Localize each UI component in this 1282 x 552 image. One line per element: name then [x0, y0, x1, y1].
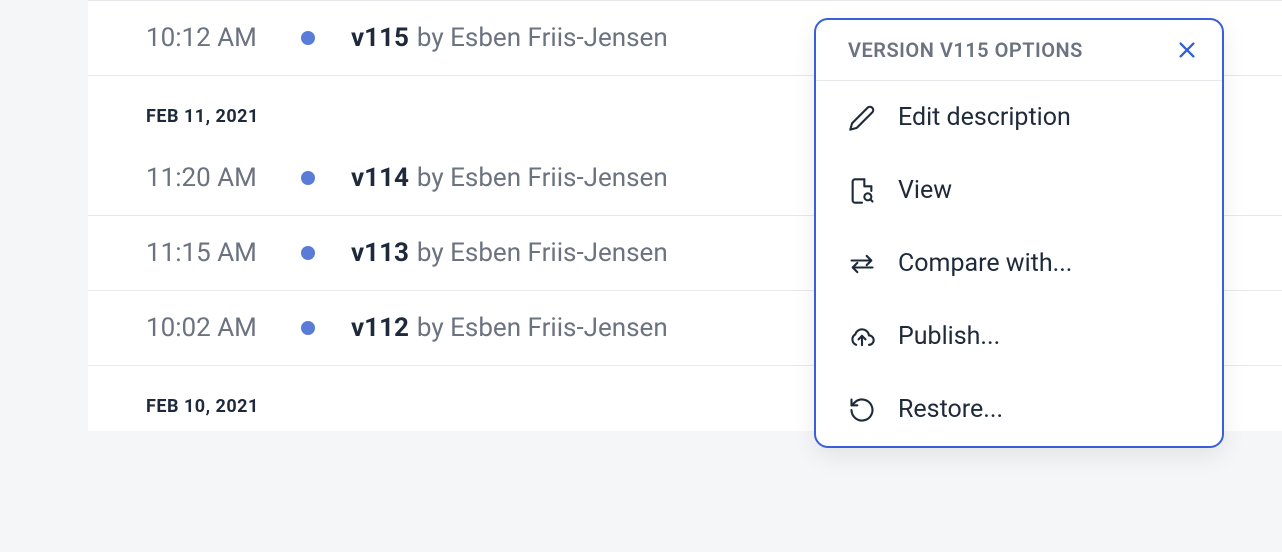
version-label: v115: [351, 23, 409, 53]
options-title: VERSION V115 OPTIONS: [848, 38, 1083, 62]
option-label: Edit description: [898, 103, 1071, 132]
close-button[interactable]: [1176, 39, 1198, 61]
pencil-icon: [848, 104, 876, 132]
version-options-panel: VERSION V115 OPTIONS Edit description Vi…: [814, 18, 1224, 448]
cloud-upload-icon: [848, 323, 876, 351]
version-time: 11:15 AM: [146, 238, 301, 268]
version-author: by Esben Friis-Jensen: [417, 313, 668, 343]
option-label: View: [898, 176, 952, 205]
version-label: v112: [351, 313, 409, 343]
version-label: v113: [351, 238, 409, 268]
version-author: by Esben Friis-Jensen: [417, 238, 668, 268]
option-publish[interactable]: Publish...: [816, 300, 1222, 373]
version-time: 10:12 AM: [146, 23, 301, 53]
version-dot-icon: [301, 171, 315, 185]
version-dot-icon: [301, 246, 315, 260]
restore-icon: [848, 396, 876, 424]
version-author: by Esben Friis-Jensen: [417, 163, 668, 193]
version-time: 11:20 AM: [146, 163, 301, 193]
option-label: Compare with...: [898, 249, 1072, 278]
option-edit-description[interactable]: Edit description: [816, 81, 1222, 154]
version-dot-icon: [301, 321, 315, 335]
version-time: 10:02 AM: [146, 313, 301, 343]
option-label: Restore...: [898, 395, 1003, 424]
version-dot-icon: [301, 31, 315, 45]
option-compare[interactable]: Compare with...: [816, 227, 1222, 300]
file-search-icon: [848, 177, 876, 205]
compare-arrows-icon: [848, 250, 876, 278]
options-header: VERSION V115 OPTIONS: [816, 20, 1222, 81]
option-restore[interactable]: Restore...: [816, 373, 1222, 446]
close-icon: [1176, 39, 1198, 61]
option-label: Publish...: [898, 322, 1000, 351]
version-author: by Esben Friis-Jensen: [417, 23, 668, 53]
version-label: v114: [351, 163, 409, 193]
option-view[interactable]: View: [816, 154, 1222, 227]
